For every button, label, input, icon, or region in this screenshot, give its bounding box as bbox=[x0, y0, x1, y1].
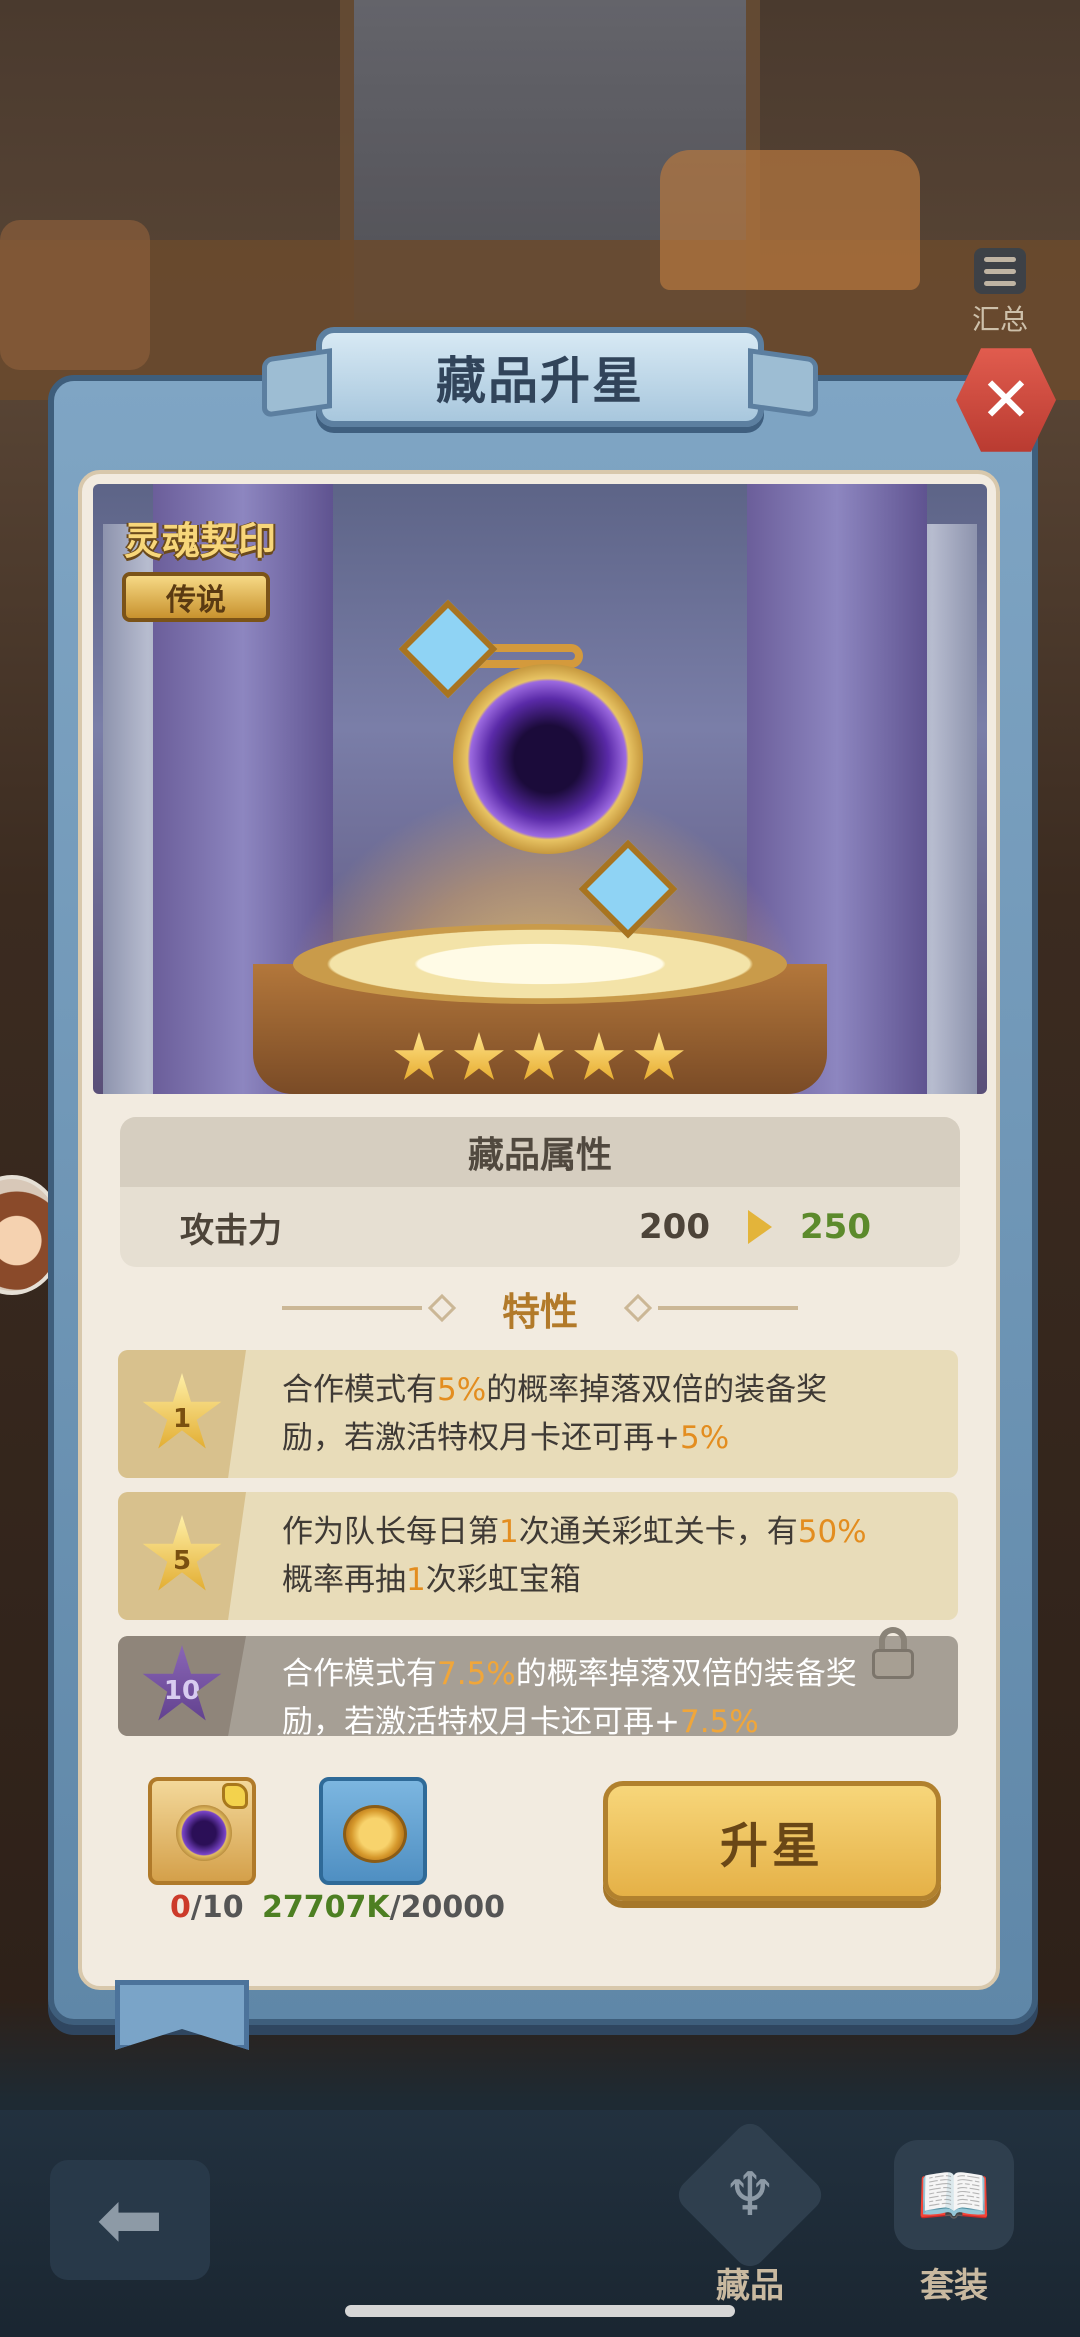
banner-wing-left bbox=[262, 348, 332, 418]
star-icon bbox=[574, 1032, 624, 1080]
crystal-spike bbox=[398, 599, 498, 699]
fragment-material-slot[interactable] bbox=[148, 1777, 256, 1885]
crystal-spike bbox=[578, 839, 678, 939]
trait-description: 合作模式有5%的概率掉落双倍的装备奖励，若激活特权月卡还可再+5% bbox=[282, 1372, 828, 1456]
trait-description: 作为队长每日第1次通关彩虹关卡，有50%概率再抽1次彩虹宝箱 bbox=[282, 1514, 867, 1598]
item-name: 灵魂契印 bbox=[124, 519, 277, 563]
star-level-badge: 1 bbox=[142, 1373, 222, 1449]
fragment-count: 0/10 bbox=[170, 1890, 244, 1925]
gold-coin-icon bbox=[343, 1805, 407, 1863]
back-button[interactable]: ⬅ bbox=[50, 2160, 210, 2280]
nav-suit[interactable]: 📖 套装 bbox=[884, 2140, 1024, 2310]
attribute-name: 攻击力 bbox=[180, 1210, 282, 1251]
home-indicator[interactable] bbox=[345, 2305, 735, 2317]
traits-divider: 特性 bbox=[260, 1280, 820, 1336]
nav-suit-label: 套装 bbox=[920, 2266, 988, 2306]
star-icon bbox=[634, 1032, 684, 1080]
suit-book-icon: 📖 bbox=[894, 2140, 1014, 2250]
star-level-badge: 5 bbox=[142, 1515, 222, 1591]
banner-wing-right bbox=[748, 348, 818, 418]
close-icon: ✕ bbox=[980, 363, 1032, 436]
background-chest bbox=[660, 150, 920, 290]
back-arrow-icon: ⬅ bbox=[96, 2173, 164, 2266]
upgrade-star-button[interactable]: 升星 bbox=[603, 1781, 941, 1901]
star-icon bbox=[514, 1032, 564, 1080]
background-shelf bbox=[0, 220, 150, 370]
attribute-row: 攻击力 200 250 bbox=[120, 1187, 960, 1267]
star-icon bbox=[454, 1032, 504, 1080]
puzzle-piece-icon bbox=[222, 1783, 248, 1809]
void-orb bbox=[453, 664, 643, 854]
trait-row-locked: 10 合作模式有7.5%的概率掉落双倍的装备奖励，若激活特权月卡还可再+7.5% bbox=[118, 1636, 958, 1736]
summary-label: 汇总 bbox=[971, 303, 1028, 336]
soul-seal-fragment-icon bbox=[176, 1805, 232, 1861]
collection-icon: ♆ bbox=[672, 2117, 828, 2273]
star-rating bbox=[393, 1032, 685, 1084]
star-icon bbox=[394, 1032, 444, 1080]
page-title: 藏品升星 bbox=[436, 352, 644, 410]
attributes-header: 藏品属性 bbox=[120, 1117, 960, 1187]
coin-count: 27707K/20000 bbox=[262, 1890, 505, 1925]
star-level-badge: 10 bbox=[142, 1645, 222, 1721]
trait-description: 合作模式有7.5%的概率掉落双倍的装备奖励，若激活特权月卡还可再+7.5% bbox=[282, 1656, 857, 1736]
trait-row: 5 作为队长每日第1次通关彩虹关卡，有50%概率再抽1次彩虹宝箱 bbox=[118, 1492, 958, 1620]
coin-material-slot[interactable] bbox=[319, 1777, 427, 1885]
list-icon bbox=[974, 248, 1026, 294]
arrow-right-icon bbox=[748, 1210, 772, 1244]
nav-collection[interactable]: ♆ 藏品 bbox=[672, 2117, 828, 2310]
attribute-next: 250 bbox=[800, 1207, 871, 1247]
attributes-box: 藏品属性 攻击力 200 250 bbox=[120, 1117, 960, 1267]
summary-button[interactable]: 汇总 bbox=[960, 248, 1040, 338]
lock-icon bbox=[870, 1627, 916, 1679]
title-banner: 藏品升星 bbox=[262, 327, 818, 427]
soul-seal-artwork bbox=[393, 599, 693, 939]
rarity-tag: 传说 bbox=[122, 572, 270, 622]
trait-row: 1 合作模式有5%的概率掉落双倍的装备奖励，若激活特权月卡还可再+5% bbox=[118, 1350, 958, 1478]
attribute-current: 200 bbox=[639, 1207, 710, 1247]
traits-header: 特性 bbox=[501, 1289, 578, 1334]
